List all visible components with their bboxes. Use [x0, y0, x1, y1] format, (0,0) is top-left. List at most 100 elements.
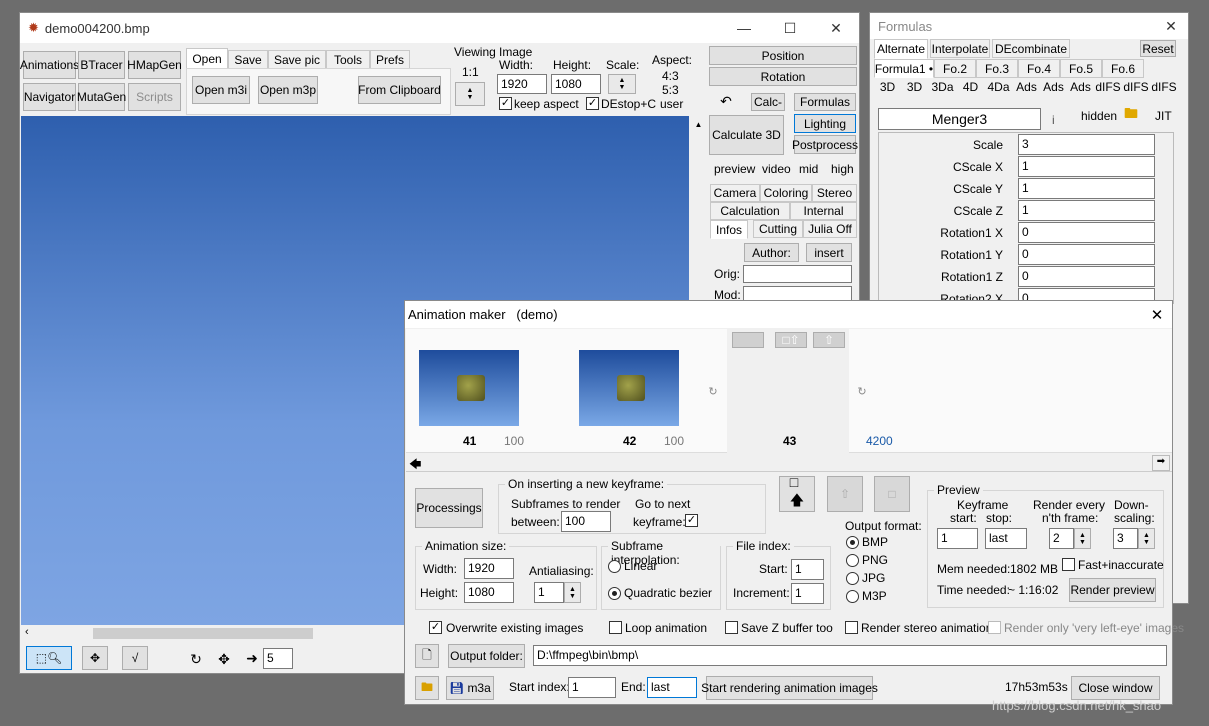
tab-cutting[interactable]: Cutting [753, 220, 803, 238]
navigator-button[interactable]: Navigator [23, 83, 76, 111]
param-input[interactable]: 0 [1018, 244, 1155, 265]
calc-minus-button[interactable]: Calc- [751, 93, 785, 111]
tab-internal[interactable]: Internal [790, 202, 857, 220]
author-button[interactable]: Author: [744, 243, 799, 262]
save-z-checkbox[interactable] [725, 621, 738, 634]
open-folder-button[interactable]: 🖿 [415, 676, 439, 700]
save-m3a-button[interactable]: 💾︎ m3a [446, 676, 494, 700]
calculate-3d-button[interactable]: Calculate 3D [709, 115, 784, 155]
quality-high[interactable]: high [831, 162, 854, 176]
image-width-input[interactable]: 1920 [497, 74, 547, 94]
aspect-4-3[interactable]: 4:3 [662, 69, 679, 83]
keyframe-link-icon[interactable]: ↻ [854, 383, 870, 399]
insert-button[interactable]: insert [806, 243, 852, 262]
overwrite-checkbox[interactable]: ✓ [429, 621, 442, 634]
aspect-5-3[interactable]: 5:3 [662, 83, 679, 97]
position-button[interactable]: Position [709, 46, 857, 65]
mutagen-button[interactable]: MutaGen [77, 83, 126, 111]
anim-width-input[interactable]: 1920 [464, 558, 514, 579]
tab-infos[interactable]: Infos [710, 220, 748, 239]
open-m3p-button[interactable]: Open m3p [258, 76, 318, 104]
keyframe-thumbnail[interactable] [579, 350, 679, 426]
quadratic-bezier-radio[interactable] [608, 587, 621, 600]
tab-open[interactable]: Open [186, 48, 228, 69]
close-button[interactable]: ✕ [813, 13, 859, 43]
param-input[interactable]: 1 [1018, 156, 1155, 177]
quality-mid[interactable]: mid [799, 162, 818, 176]
aspect-user[interactable]: user [660, 97, 683, 111]
output-folder-input[interactable]: D:\ffmpeg\bin\bmp\ [533, 645, 1167, 666]
preview-stop-input[interactable]: last [985, 528, 1027, 549]
nth-frame-stepper[interactable]: ▲ ▼ [1074, 528, 1091, 549]
param-input[interactable]: 3 [1018, 134, 1155, 155]
formulas-button[interactable]: Formulas [794, 93, 856, 111]
antialiasing-stepper[interactable]: ▲ ▼ [564, 582, 581, 603]
draw-tool[interactable]: √ [122, 646, 148, 670]
tab-fo5[interactable]: Fo.5 [1060, 59, 1102, 78]
rotation-button[interactable]: Rotation [709, 67, 857, 86]
orig-input[interactable] [743, 265, 852, 283]
start-rendering-button[interactable]: Start rendering animation images [701, 676, 878, 700]
type-difs[interactable]: dIFS [1094, 80, 1122, 100]
hmapgen-button[interactable]: HMapGen [127, 51, 182, 79]
reset-button[interactable]: Reset [1140, 40, 1176, 57]
format-png-radio[interactable] [846, 554, 859, 567]
tab-interpolate[interactable]: Interpolate [930, 39, 990, 58]
format-bmp-radio[interactable] [846, 536, 859, 549]
linear-radio[interactable] [608, 560, 621, 573]
tab-fo2[interactable]: Fo.2 [934, 59, 976, 78]
end-index-input[interactable]: last [647, 677, 697, 698]
anim-height-input[interactable]: 1080 [464, 582, 514, 603]
loop-animation-checkbox[interactable] [609, 621, 622, 634]
image-height-input[interactable]: 1080 [551, 74, 601, 94]
step-input[interactable]: 5 [263, 648, 293, 669]
scroll-right-icon[interactable]: ➡ [1152, 455, 1170, 471]
slot-up-button[interactable]: ⇧ [813, 332, 845, 348]
select-zoom-tool[interactable]: ⬚🔍︎ [26, 646, 72, 670]
direction-arrows-icon[interactable]: ✥ [208, 645, 240, 673]
new-file-button[interactable]: 🗋 [415, 644, 439, 668]
downscaling-input[interactable]: 3 [1113, 528, 1138, 549]
tab-fo4[interactable]: Fo.4 [1018, 59, 1060, 78]
subframes-between-input[interactable]: 100 [561, 511, 611, 532]
close-window-button[interactable]: Close window [1071, 676, 1160, 700]
param-input[interactable]: 0 [1018, 266, 1155, 287]
hidden-label[interactable]: hidden [1081, 109, 1117, 123]
format-m3p-radio[interactable] [846, 590, 859, 603]
tab-calculation[interactable]: Calculation [710, 202, 790, 220]
destop-checkbox[interactable]: ✓ [586, 97, 599, 110]
tab-prefs[interactable]: Prefs [370, 50, 410, 69]
tab-camera[interactable]: Camera [710, 184, 760, 202]
minimize-button[interactable]: — [721, 13, 767, 43]
start-index-input[interactable]: 1 [568, 677, 616, 698]
btracer-button[interactable]: BTracer [78, 51, 125, 79]
anim-close-button[interactable]: ✕ [1142, 306, 1172, 324]
render-stereo-checkbox[interactable] [845, 621, 858, 634]
formula-name-field[interactable]: Menger3 [878, 108, 1041, 130]
go-to-next-checkbox[interactable]: ✓ [685, 514, 698, 527]
tab-fo3[interactable]: Fo.3 [976, 59, 1018, 78]
scripts-button[interactable]: Scripts [128, 83, 181, 111]
type-ads-3[interactable]: Ads [1067, 80, 1094, 100]
formulas-close-button[interactable]: ✕ [1154, 13, 1188, 39]
file-index-start-input[interactable]: 1 [791, 559, 824, 580]
preview-start-input[interactable]: 1 [937, 528, 978, 549]
keyframe-thumbnail[interactable] [419, 350, 519, 426]
maximize-button[interactable]: ☐ [767, 13, 813, 43]
type-3da[interactable]: 3Da [928, 80, 957, 100]
nth-frame-input[interactable]: 2 [1049, 528, 1074, 549]
quality-preview[interactable]: preview [714, 162, 755, 176]
type-4d[interactable]: 4D [957, 80, 984, 100]
tab-tools[interactable]: Tools [326, 50, 370, 69]
tab-coloring[interactable]: Coloring [760, 184, 812, 202]
insert-between-button[interactable]: ⇧ [827, 476, 863, 512]
insert-keyframe-button[interactable]: □ 🡅 [779, 474, 815, 512]
tab-formula1[interactable]: Formula1 • [874, 59, 934, 78]
viewing-stepper[interactable]: ▲ ▼ [455, 82, 485, 106]
type-difs-2[interactable]: dIFS [1122, 80, 1150, 100]
undo-icon[interactable]: ↶ [716, 93, 736, 109]
render-preview-button[interactable]: Render preview [1069, 578, 1156, 602]
downscaling-stepper[interactable]: ▲ ▼ [1138, 528, 1155, 549]
jit-label[interactable]: JIT [1155, 109, 1172, 123]
replace-keyframe-button[interactable]: □ [874, 476, 910, 512]
